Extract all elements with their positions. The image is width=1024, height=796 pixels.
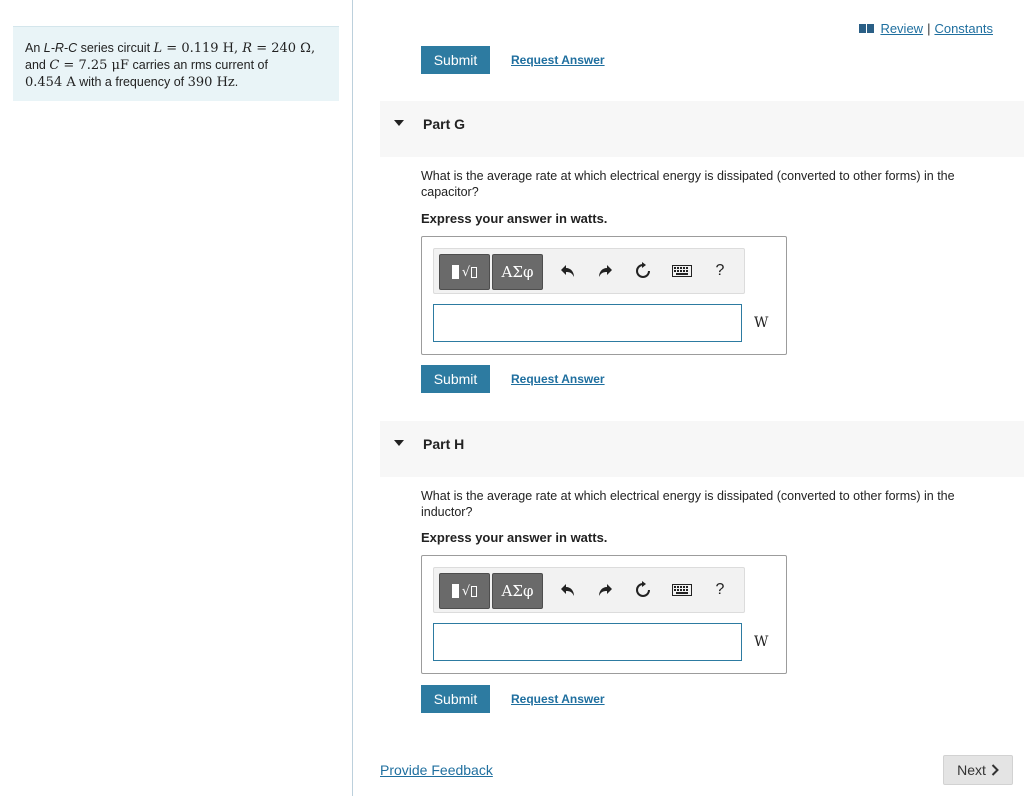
reset-icon[interactable]: [633, 260, 653, 282]
submit-button[interactable]: Submit: [421, 46, 490, 74]
review-link[interactable]: Review: [880, 21, 923, 36]
keyboard-icon[interactable]: [671, 260, 693, 282]
part-h-question: What is the average rate at which electr…: [421, 489, 955, 519]
inductance-symbol: L: [153, 41, 163, 56]
problem-text: and: [25, 58, 50, 72]
math-toolbar: √ ΑΣφ ?: [433, 248, 745, 294]
templates-button[interactable]: √: [439, 573, 490, 609]
collapse-triangle-icon[interactable]: [394, 120, 404, 126]
link-separator: |: [927, 21, 931, 36]
greek-symbols-button[interactable]: ΑΣφ: [492, 573, 543, 609]
keyboard-icon[interactable]: [671, 579, 693, 601]
problem-text: series circuit: [77, 41, 154, 55]
next-label: Next: [957, 762, 986, 778]
sqrt-symbol: √: [461, 264, 471, 280]
part-g-question: What is the average rate at which electr…: [421, 169, 955, 199]
problem-text: carries an rms current of: [129, 58, 268, 72]
request-answer-link[interactable]: Request Answer: [511, 692, 605, 706]
submit-button[interactable]: Submit: [421, 685, 490, 713]
problem-text: .: [234, 75, 239, 89]
part-h-header[interactable]: Part H: [380, 421, 1024, 477]
problem-text: An: [25, 41, 44, 55]
resistance-value: = 240 Ω,: [252, 41, 316, 56]
templates-icon: [451, 584, 459, 598]
unit-label: W: [754, 634, 769, 650]
request-answer-link[interactable]: Request Answer: [511, 372, 605, 386]
undo-icon[interactable]: [558, 579, 578, 601]
undo-icon[interactable]: [558, 260, 578, 282]
part-title: Part H: [423, 436, 465, 452]
capacitance-value: = 7.25 μF: [59, 58, 130, 73]
part-h-instructions: Express your answer in watts.: [421, 530, 608, 545]
part-g-instructions: Express your answer in watts.: [421, 211, 608, 226]
help-icon[interactable]: ?: [710, 260, 730, 282]
capacitance-symbol: C: [49, 58, 60, 73]
review-constants-links: Review | Constants: [859, 21, 993, 36]
sqrt-symbol: √: [461, 583, 471, 599]
frequency-value: 390 Hz: [187, 75, 235, 90]
part-title: Part G: [423, 116, 466, 132]
collapse-triangle-icon[interactable]: [394, 440, 404, 446]
part-g-answer-box: √ ΑΣφ ? W: [421, 236, 787, 355]
part-h-answer-box: √ ΑΣφ ? W: [421, 555, 787, 674]
problem-circuit-type: L-R-C: [43, 41, 78, 55]
resistance-symbol: R: [242, 41, 253, 56]
constants-link[interactable]: Constants: [934, 21, 993, 36]
submit-button[interactable]: Submit: [421, 365, 490, 393]
greek-symbols-button[interactable]: ΑΣφ: [492, 254, 543, 290]
left-pane: An L-R-C series circuit L = 0.119 H, R =…: [0, 0, 353, 796]
templates-button[interactable]: √: [439, 254, 490, 290]
reset-icon[interactable]: [633, 579, 653, 601]
part-g-header[interactable]: Part G: [380, 101, 1024, 157]
answer-input[interactable]: [433, 304, 742, 342]
inductance-value: = 0.119 H,: [162, 41, 243, 56]
request-answer-link[interactable]: Request Answer: [511, 53, 605, 67]
problem-statement: An L-R-C series circuit L = 0.119 H, R =…: [13, 26, 339, 101]
math-toolbar: √ ΑΣφ ?: [433, 567, 745, 613]
box-icon: [471, 266, 478, 278]
provide-feedback-link[interactable]: Provide Feedback: [380, 762, 493, 778]
problem-text: with a frequency of: [75, 75, 188, 89]
book-icon: [859, 24, 875, 33]
redo-icon[interactable]: [595, 579, 615, 601]
current-value: 0.454 A: [25, 75, 76, 90]
redo-icon[interactable]: [595, 260, 615, 282]
chevron-right-icon: [991, 764, 999, 776]
help-icon[interactable]: ?: [710, 579, 730, 601]
templates-icon: [451, 265, 459, 279]
answer-input[interactable]: [433, 623, 742, 661]
right-pane: Review | Constants Submit Request Answer…: [354, 0, 1024, 796]
next-button[interactable]: Next: [943, 755, 1013, 785]
unit-label: W: [754, 315, 769, 331]
box-icon: [471, 585, 478, 597]
